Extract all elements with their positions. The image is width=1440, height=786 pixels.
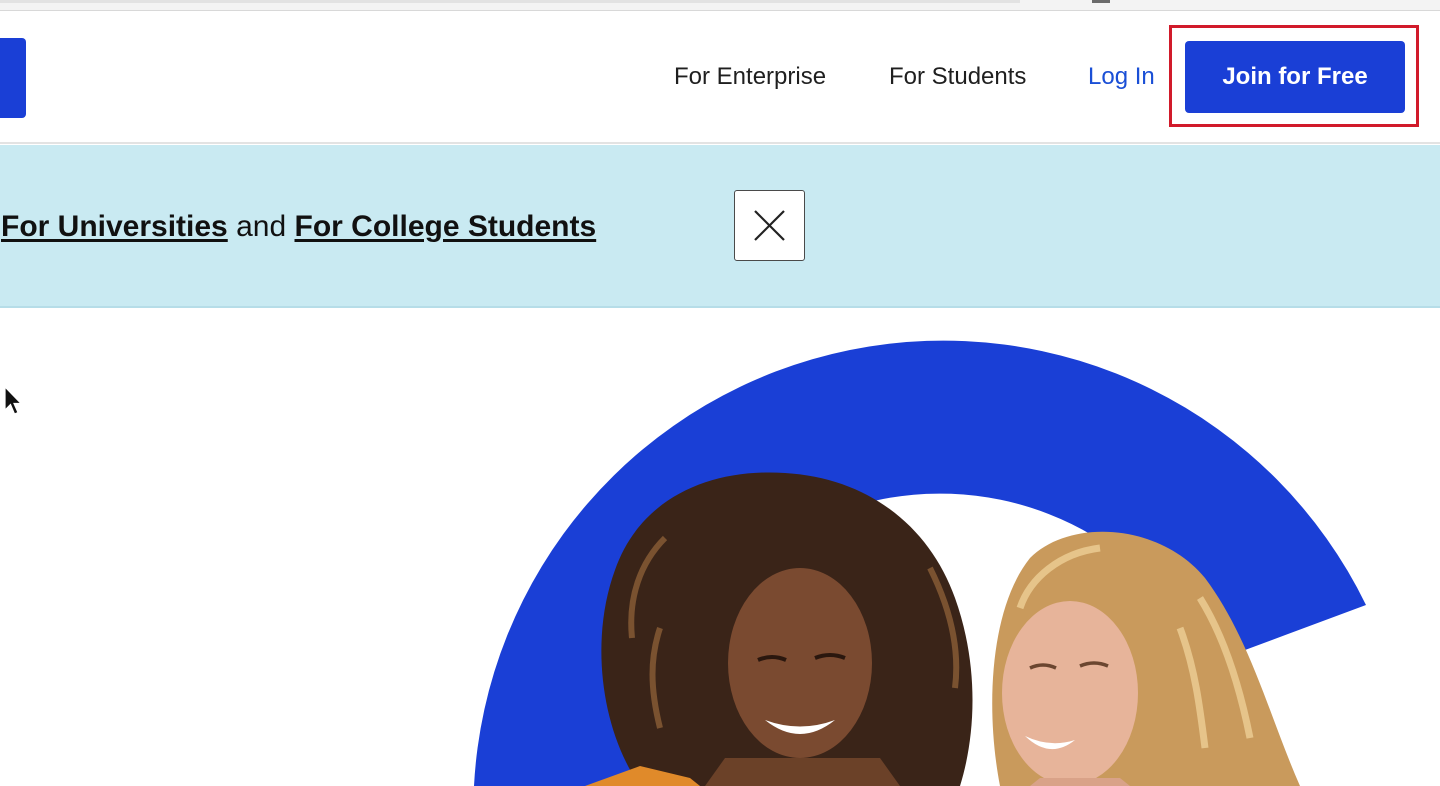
page: For Enterprise For Students Log In Join … (0, 0, 1440, 786)
banner-message: For Universities and For College Student… (1, 207, 596, 247)
toolbar-icon-edge (1092, 0, 1110, 3)
address-bar-edge (0, 0, 1020, 3)
nav-for-students[interactable]: For Students (889, 58, 1026, 96)
banner-close-button[interactable] (734, 190, 805, 261)
for-college-students-link[interactable]: For College Students (295, 210, 597, 243)
logo-block[interactable] (0, 38, 26, 118)
close-icon (754, 210, 785, 241)
promo-banner: For Universities and For College Student… (0, 145, 1440, 308)
banner-connector-text: and (236, 210, 287, 243)
mouse-cursor-icon (4, 386, 23, 415)
login-link[interactable]: Log In (1088, 58, 1155, 96)
hero-image (474, 340, 1366, 786)
nav-for-enterprise[interactable]: For Enterprise (674, 58, 826, 96)
join-for-free-button[interactable]: Join for Free (1185, 41, 1405, 113)
for-universities-link[interactable]: For Universities (1, 210, 228, 243)
browser-top-strip (0, 0, 1440, 11)
site-header: For Enterprise For Students Log In Join … (0, 11, 1440, 144)
hero-section (0, 308, 1440, 786)
